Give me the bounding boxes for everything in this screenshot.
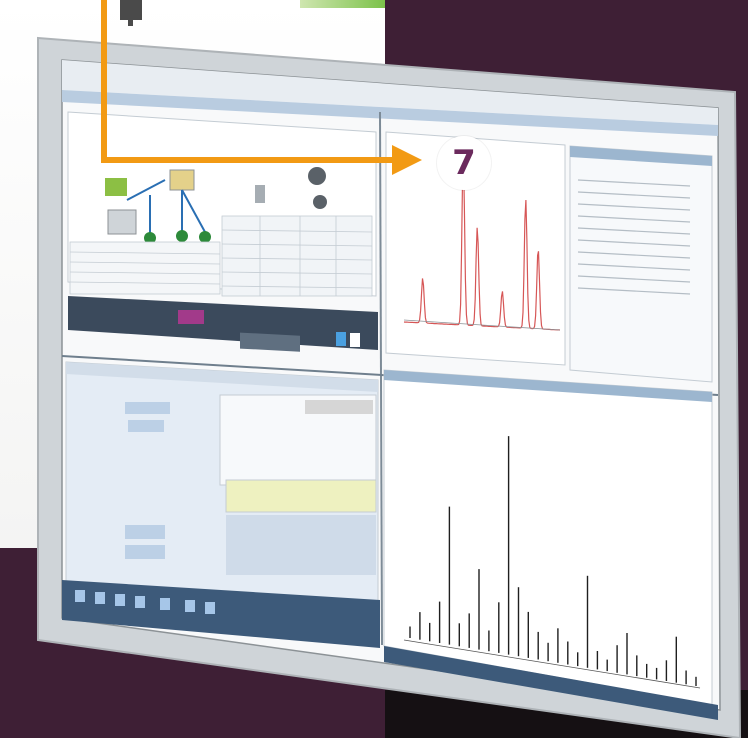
monitor bbox=[37, 36, 742, 738]
valve-icon bbox=[169, 169, 195, 191]
detector-icon bbox=[199, 231, 211, 243]
status-indicator bbox=[178, 310, 204, 324]
callout-line bbox=[101, 0, 107, 163]
status-table bbox=[221, 215, 373, 297]
status-indicator bbox=[336, 332, 346, 346]
column-icon bbox=[255, 185, 265, 203]
detector-icon bbox=[176, 230, 188, 242]
sampler-icon bbox=[107, 209, 137, 235]
instrument-diagram-panel bbox=[67, 111, 377, 297]
status-icon bbox=[313, 195, 327, 209]
method-panel bbox=[65, 361, 379, 611]
status-icon bbox=[308, 167, 326, 185]
callout-line bbox=[101, 157, 401, 163]
callout-arrow-icon bbox=[392, 145, 422, 175]
pump-icon bbox=[105, 178, 127, 196]
param-area bbox=[226, 515, 376, 575]
param-field bbox=[125, 545, 165, 559]
results-panel bbox=[569, 145, 713, 383]
status-indicator bbox=[350, 333, 360, 347]
sequence-list bbox=[69, 241, 221, 295]
param-header bbox=[305, 400, 373, 414]
status-button bbox=[240, 332, 300, 352]
step-number: 7 bbox=[452, 143, 476, 183]
param-field bbox=[125, 402, 170, 414]
step-badge: 7 bbox=[437, 136, 491, 190]
highlight-box bbox=[225, 479, 377, 513]
param-field bbox=[125, 525, 165, 539]
param-field bbox=[128, 420, 164, 432]
